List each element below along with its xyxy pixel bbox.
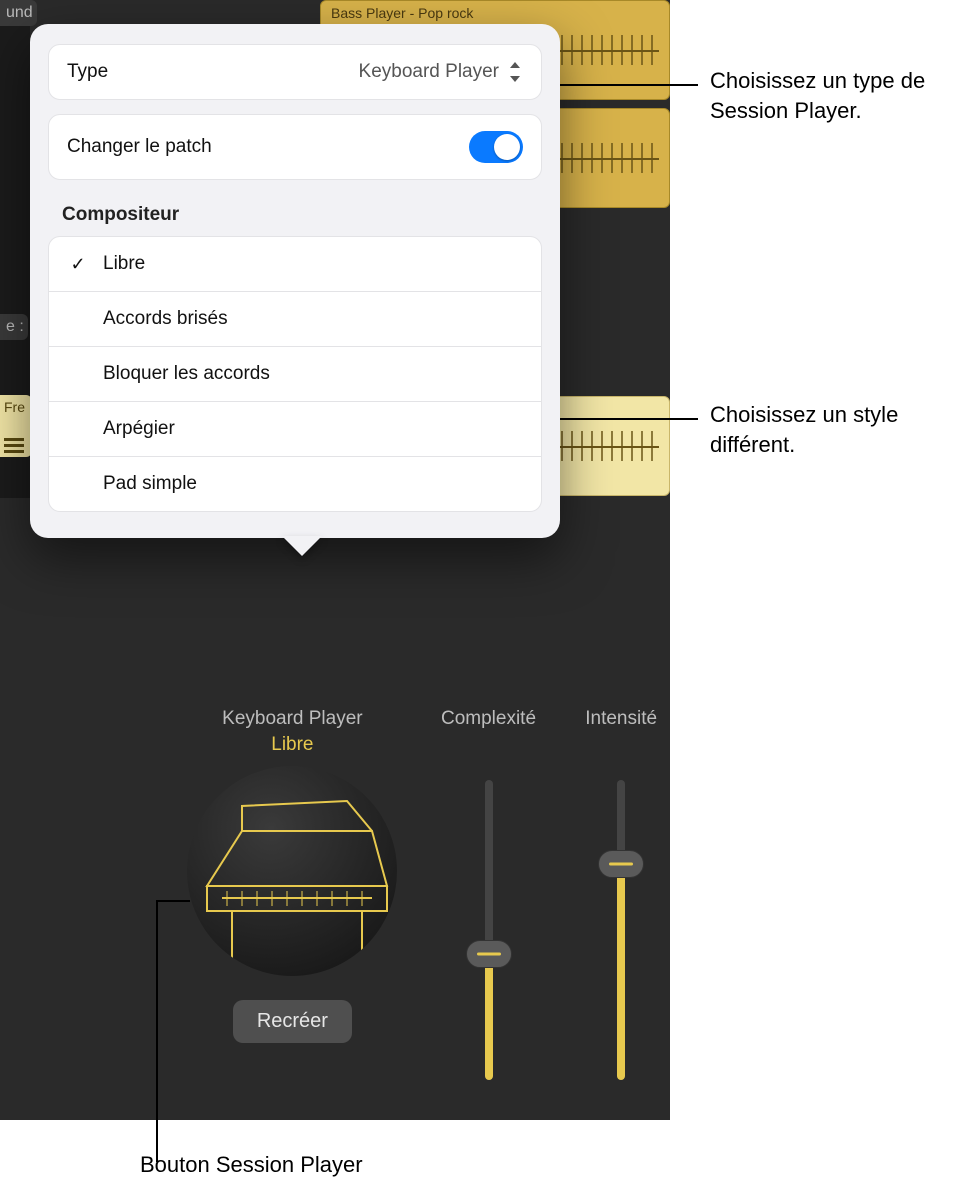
callout-style-text: Choisissez un style différent. [710,400,971,459]
style-option-label: Arpégier [103,418,175,440]
track-region-handle[interactable]: Fre [0,395,32,457]
track-header-fragment: und [0,0,37,26]
intensity-column: Intensité [572,708,670,1080]
type-row: Type Keyboard Player [48,44,542,100]
complexity-column: Complexité [435,708,543,1080]
type-dropdown-value: Keyboard Player [359,61,499,83]
style-option-accords-brises[interactable]: Accords brisés [49,292,541,347]
callout-button-text: Bouton Session Player [140,1152,363,1178]
slider-thumb[interactable] [598,850,644,878]
player-column: Keyboard Player Libre [180,708,405,1043]
player-style-label: Libre [271,734,313,756]
complexity-label: Complexité [441,708,536,730]
style-option-label: Pad simple [103,473,197,495]
slider-fill [617,864,625,1080]
check-icon: ✓ [67,254,89,275]
type-field-label: Type [67,61,108,83]
callout-leader-line [156,900,190,902]
slider-fill [485,954,493,1080]
session-player-inspector: Keyboard Player Libre [0,498,670,1120]
change-patch-label: Changer le patch [67,136,212,158]
callout-type-text: Choisissez un type de Session Player. [710,66,971,125]
type-dropdown[interactable]: Keyboard Player [359,61,523,83]
style-option-libre[interactable]: ✓ Libre [49,237,541,292]
style-option-pad-simple[interactable]: Pad simple [49,457,541,511]
compositeur-section-title: Compositeur [62,204,542,226]
intensity-label: Intensité [585,708,657,730]
callout-leader-line [536,84,698,86]
style-option-arpegier[interactable]: Arpégier [49,402,541,457]
track-header-fragment: e : [0,314,28,340]
piano-icon [187,766,397,976]
up-down-chevron-icon [507,61,523,83]
style-option-bloquer[interactable]: Bloquer les accords [49,347,541,402]
recreate-button[interactable]: Recréer [233,1000,352,1043]
session-player-button[interactable] [187,766,397,976]
hamburger-icon [4,438,28,453]
callout-leader-line [536,418,698,420]
session-player-popover: Type Keyboard Player Changer le patch Co… [30,24,560,538]
slider-thumb[interactable] [466,940,512,968]
change-patch-toggle[interactable] [469,131,523,163]
player-type-label: Keyboard Player [222,708,362,730]
style-option-label: Accords brisés [103,308,228,330]
style-option-label: Bloquer les accords [103,363,270,385]
change-patch-row: Changer le patch [48,114,542,180]
track-region-label: Bass Player - Pop rock [331,5,473,21]
callout-leader-line [156,900,158,1162]
complexity-slider[interactable] [464,780,514,1080]
style-option-label: Libre [103,253,145,275]
track-region-text: Fre [4,399,28,415]
intensity-slider[interactable] [596,780,646,1080]
style-list: ✓ Libre Accords brisés Bloquer les accor… [48,236,542,512]
